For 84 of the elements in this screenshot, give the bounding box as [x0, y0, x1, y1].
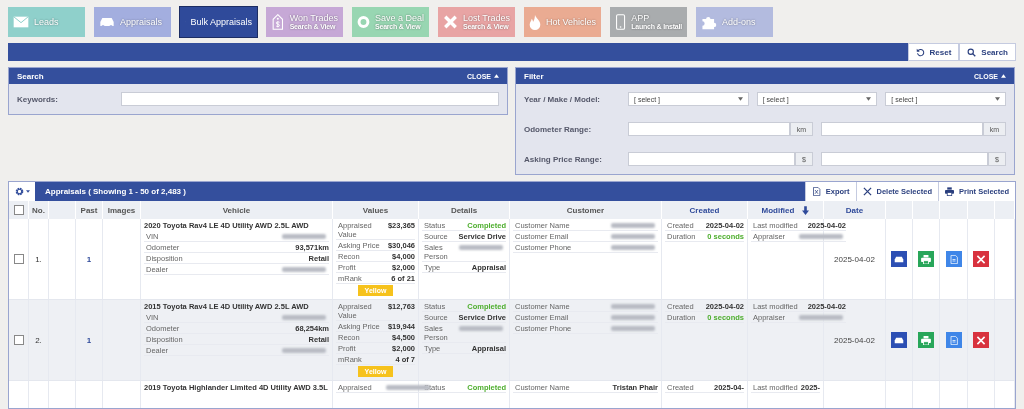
caret-down-icon: [737, 97, 743, 101]
delete-button[interactable]: [973, 332, 989, 348]
redacted-value: [459, 244, 503, 250]
range-input-field[interactable]: [628, 152, 796, 166]
document-button[interactable]: [945, 332, 962, 348]
past-count-link[interactable]: 1: [86, 254, 92, 264]
document-button[interactable]: [945, 251, 962, 267]
redacted-value: [611, 303, 655, 309]
date-text: 2025-04-02: [834, 254, 875, 264]
field-label: Odometer Range:: [524, 124, 593, 134]
close-icon: [976, 254, 986, 264]
print-button[interactable]: [918, 251, 934, 267]
toolbar-button[interactable]: Search: [959, 43, 1016, 61]
cross-icon: [862, 187, 872, 196]
cross-icon: [443, 14, 458, 30]
toolbar-button[interactable]: Reset: [907, 43, 960, 61]
settings-icon: [14, 187, 24, 196]
car-icon: [894, 254, 904, 264]
range-input-field[interactable]: [628, 122, 790, 136]
column-sort-link[interactable]: Date: [845, 205, 864, 215]
caret-up-icon: [494, 74, 499, 78]
caret-down-icon: [866, 97, 872, 101]
print-button[interactable]: [918, 332, 934, 348]
row-number: 1.: [35, 254, 42, 264]
row-checkbox[interactable]: [13, 335, 24, 345]
caret-up-icon: [1001, 74, 1006, 78]
panel-title: Search: [17, 71, 44, 81]
range-input-field[interactable]: [821, 152, 989, 166]
past-count-link[interactable]: 1: [86, 335, 92, 345]
close-icon: [976, 335, 986, 345]
redacted-value: [611, 325, 655, 331]
puzzle-icon: [701, 14, 717, 30]
redacted-value: [282, 266, 326, 272]
search-icon: [967, 47, 977, 57]
field-label: Asking Price Range:: [524, 154, 603, 164]
price-tag-icon: [271, 14, 285, 30]
caret-down-icon: [25, 190, 30, 193]
redacted-value: [459, 325, 503, 331]
redacted-value: [611, 233, 655, 239]
keywords-field[interactable]: [121, 92, 499, 106]
redacted-value: [799, 233, 843, 239]
row-checkbox[interactable]: [13, 254, 24, 264]
date-text: 2025-04-02: [834, 335, 875, 345]
delete-button[interactable]: [973, 251, 989, 267]
field-label: Keywords:: [17, 94, 59, 104]
settings-menu-button[interactable]: [9, 182, 35, 201]
printer-icon: [944, 187, 954, 196]
redacted-value: [611, 314, 655, 320]
select-all-checkbox[interactable]: [13, 205, 24, 215]
caret-down-icon: [995, 97, 1000, 101]
reset-icon: [915, 47, 925, 57]
row-number: 2.: [35, 335, 42, 345]
printer-icon: [921, 254, 931, 264]
column-sort-link[interactable]: Created: [689, 205, 720, 215]
redacted-value: [282, 314, 326, 320]
column-header: Values: [362, 205, 389, 215]
vehicle-button[interactable]: [891, 332, 907, 348]
printer-icon: [921, 335, 931, 345]
redacted-value: [282, 233, 326, 239]
document-icon: [948, 335, 959, 345]
field-label: Year / Make / Model:: [524, 94, 602, 104]
car-icon: [894, 335, 904, 345]
table-title: Appraisals ( Showing 1 - 50 of 2,483 ): [44, 187, 187, 196]
range-input-field[interactable]: [821, 122, 983, 136]
vehicle-button[interactable]: [891, 251, 907, 267]
redacted-value: [611, 222, 655, 228]
flame-icon: [529, 14, 541, 30]
column-header: Vehicle: [222, 205, 251, 215]
redacted-value: [611, 244, 655, 250]
column-header: Customer: [566, 205, 605, 215]
nav-tile[interactable]: Bulk Appraisals: [180, 7, 257, 37]
panel-title: Filter: [524, 71, 544, 81]
column-header: Past: [80, 205, 98, 215]
column-sort-link[interactable]: Modified: [761, 205, 795, 215]
document-icon: [948, 254, 959, 264]
sort-down-arrow-icon: [802, 205, 810, 215]
column-header: No.: [32, 205, 45, 215]
column-header: Details: [450, 205, 478, 215]
redacted-value: [282, 347, 326, 353]
phone-icon: [615, 14, 627, 30]
column-header: Images: [107, 205, 136, 215]
envelope-icon: [13, 14, 29, 30]
redacted-value: [799, 314, 843, 320]
spreadsheet-file-icon: [811, 187, 821, 196]
